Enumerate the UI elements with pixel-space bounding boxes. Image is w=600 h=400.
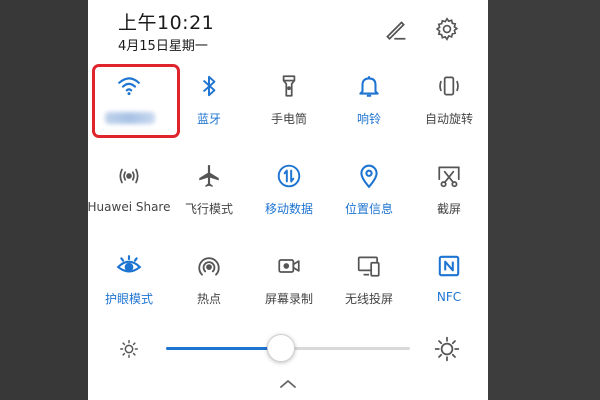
tile-huawei-share[interactable]: Huawei Share: [88, 158, 170, 238]
airplane-icon: [169, 162, 249, 190]
video-camera-icon: [249, 252, 329, 280]
screenshot-scissors-icon: [409, 162, 488, 190]
bell-icon: [329, 72, 409, 100]
bluetooth-icon: [169, 72, 249, 100]
tile-mobile-data[interactable]: 移动数据: [249, 158, 329, 238]
background-right: [488, 0, 600, 400]
projection-icon: [329, 252, 409, 280]
location-pin-icon: [329, 162, 409, 190]
tile-airplane[interactable]: 飞行模式: [169, 158, 249, 238]
mobile-data-icon: [249, 162, 329, 190]
tile-screen-record[interactable]: 屏幕录制: [249, 248, 329, 328]
tile-label: 截屏: [436, 202, 461, 216]
hotspot-icon: [169, 252, 249, 280]
tile-label: 自动旋转: [424, 112, 473, 126]
tile-eye-comfort[interactable]: 护眼模式: [89, 248, 169, 328]
quick-settings-panel: 上午10:21 4月15日星期一 蓝牙 手电筒 响铃 自动旋转 Huawei S…: [88, 0, 488, 400]
background-left: [0, 0, 88, 400]
brightness-slider-fill: [166, 347, 281, 350]
gear-icon[interactable]: [434, 16, 460, 42]
eye-icon: [89, 252, 169, 280]
wifi-icon: [89, 72, 169, 100]
tile-wifi[interactable]: [89, 68, 169, 148]
tile-nfc[interactable]: NFC: [409, 248, 488, 328]
flashlight-icon: [249, 72, 329, 100]
tile-screenshot[interactable]: 截屏: [409, 158, 488, 238]
chevron-up-icon[interactable]: [277, 376, 299, 390]
tile-flashlight[interactable]: 手电筒: [249, 68, 329, 148]
tile-bluetooth[interactable]: 蓝牙: [169, 68, 249, 148]
tile-wireless-projection[interactable]: 无线投屏: [329, 248, 409, 328]
auto-rotate-icon: [409, 72, 488, 100]
brightness-high-icon: [434, 336, 460, 362]
date-text: 4月15日星期一: [118, 39, 208, 54]
brightness-low-icon: [118, 338, 140, 360]
tile-label: NFC: [436, 290, 462, 304]
clock-time: 上午10:21: [118, 12, 215, 34]
nfc-icon: [409, 252, 488, 280]
brightness-slider-track[interactable]: [166, 334, 410, 362]
tile-auto-rotate[interactable]: 自动旋转: [409, 68, 488, 148]
tile-hotspot[interactable]: 热点: [169, 248, 249, 328]
tile-ring[interactable]: 响铃: [329, 68, 409, 148]
tile-location[interactable]: 位置信息: [329, 158, 409, 238]
edit-pencil-icon[interactable]: [382, 16, 408, 42]
wifi-network-name-obscured: [105, 112, 155, 124]
huawei-share-icon: [89, 162, 169, 190]
brightness-slider-thumb[interactable]: [267, 334, 295, 362]
